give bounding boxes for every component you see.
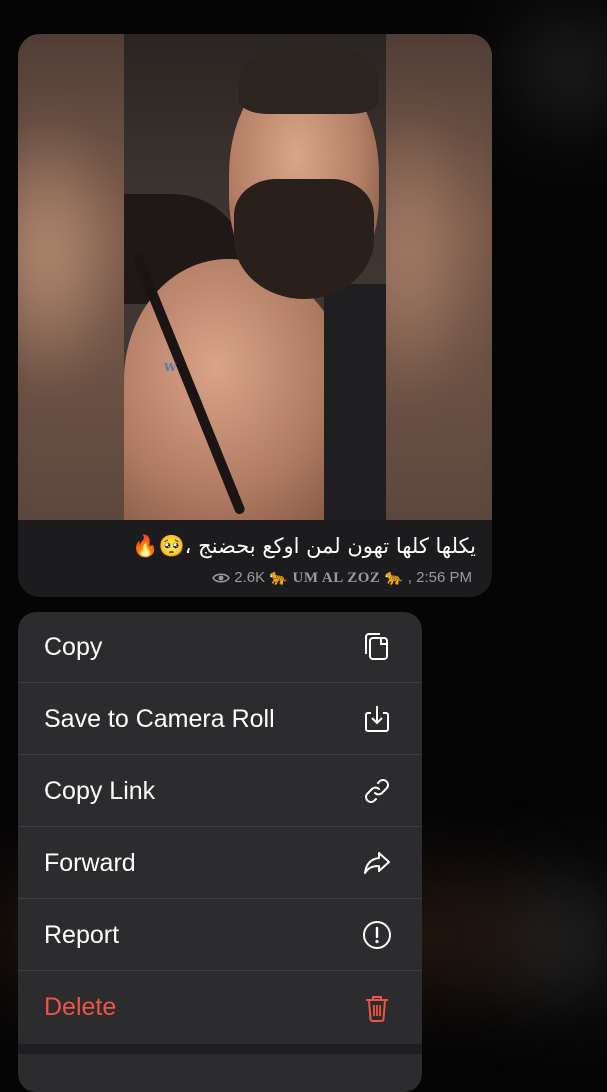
menu-item-report[interactable]: Report — [18, 900, 422, 971]
menu-item-label: Delete — [44, 993, 117, 1021]
link-icon — [360, 774, 394, 808]
menu-item-label: Forward — [44, 848, 136, 877]
message-time: , 2:56 PM — [407, 569, 472, 586]
message-photo[interactable]: W — [18, 34, 492, 520]
context-menu: Copy Save to Camera Roll Copy Link Forwa… — [18, 612, 422, 1092]
menu-item-label: Copy — [44, 632, 103, 661]
view-count: 2.6K — [234, 569, 266, 586]
message-caption: يكلها كلها تهون لمن اوكع بحضنج ،🥺🔥 — [132, 534, 476, 558]
photo-shape — [324, 284, 386, 520]
menu-item-label: Save to Camera Roll — [44, 704, 275, 733]
channel-signature: 🐆 UM AL ZOZ 🐆 — [269, 570, 404, 586]
menu-item-label: Copy Link — [44, 776, 156, 805]
menu-item-copy[interactable]: Copy — [18, 612, 422, 683]
menu-section-separator — [18, 1044, 422, 1054]
exclamation-circle-icon — [360, 918, 394, 952]
backdrop-blob — [520, 20, 607, 120]
copy-icon — [360, 630, 394, 664]
menu-item-label: Report — [44, 920, 120, 949]
photo-shape — [234, 179, 374, 299]
photo-watermark: W — [164, 361, 177, 374]
message-bubble[interactable]: W يكلها كلها تهون لمن اوكع بحضنج ،🥺🔥 2.6… — [18, 34, 492, 597]
menu-item-save-to-camera-roll[interactable]: Save to Camera Roll — [18, 684, 422, 755]
menu-item-copy-link[interactable]: Copy Link — [18, 756, 422, 827]
forward-arrow-icon — [360, 846, 394, 880]
trash-icon — [360, 991, 394, 1025]
photo-image: W — [124, 34, 386, 520]
menu-item-delete[interactable]: Delete — [18, 972, 422, 1043]
photo-shape — [239, 44, 379, 114]
message-meta: 2.6K 🐆 UM AL ZOZ 🐆 , 2:56 PM — [212, 568, 472, 587]
download-icon — [360, 702, 394, 736]
eye-icon — [212, 572, 231, 583]
menu-item-forward[interactable]: Forward — [18, 828, 422, 899]
